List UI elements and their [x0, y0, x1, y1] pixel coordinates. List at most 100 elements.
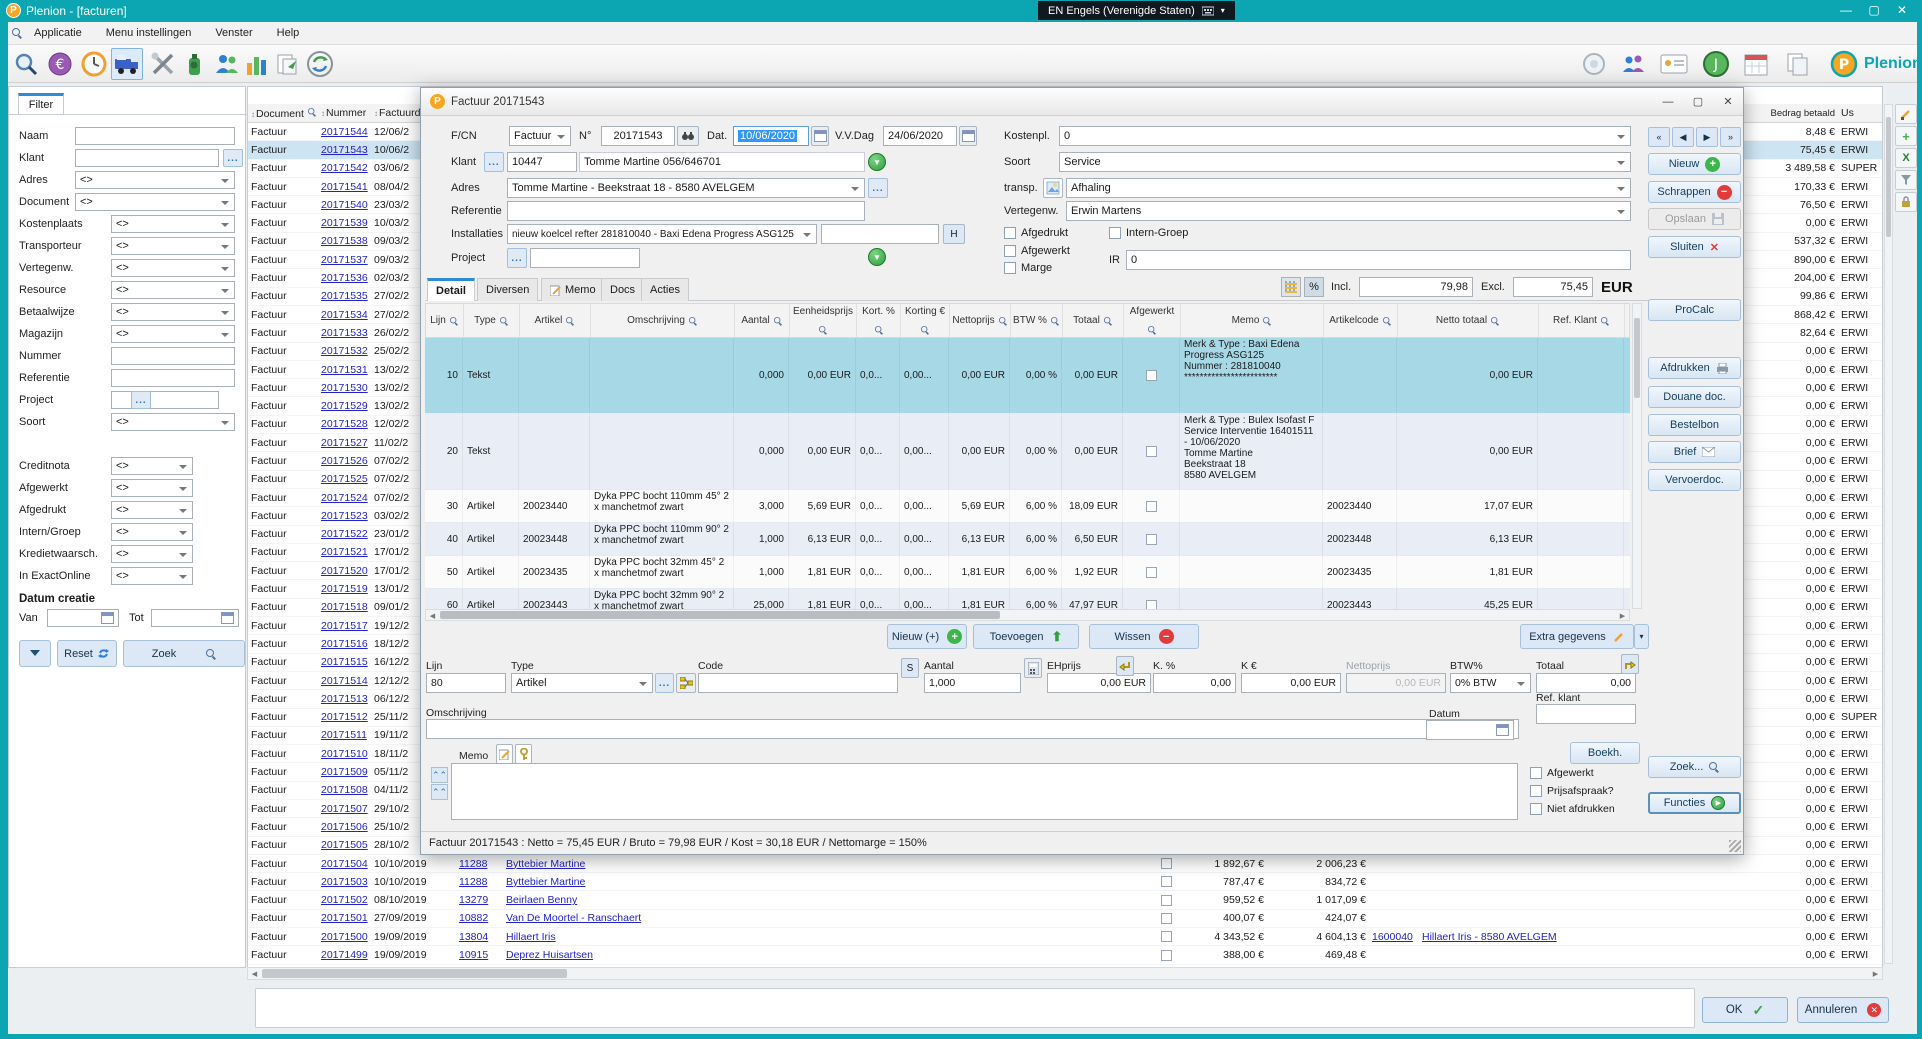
row-checkbox[interactable] — [1161, 950, 1172, 961]
table-row[interactable]: Factuur 20171500 19/09/2019 13804 Hillae… — [248, 928, 1882, 946]
customer-name-link[interactable]: Deprez Huisartsen — [503, 949, 755, 961]
ehprijs-input[interactable]: 0,00 EUR — [1047, 673, 1151, 693]
grid-column-header[interactable]: Aantal — [735, 304, 790, 337]
memo-textarea[interactable] — [451, 763, 1518, 820]
invoice-number-link[interactable]: 20171533 — [318, 327, 371, 339]
menu-search-icon[interactable] — [12, 28, 22, 38]
invoice-number-link[interactable]: 20171542 — [318, 162, 371, 174]
transport-combo[interactable]: Afhaling — [1066, 178, 1631, 198]
row-checkbox[interactable] — [1161, 876, 1172, 887]
invoice-number-link[interactable]: 20171509 — [318, 766, 371, 778]
grid-column-header[interactable]: Ref. Klant — [1539, 304, 1625, 337]
grid-vertical-scrollbar[interactable] — [1632, 303, 1642, 609]
niet-afdrukken-checkbox[interactable]: Niet afdrukken — [1530, 803, 1615, 815]
filter-text-input[interactable] — [111, 369, 235, 387]
customer-name-link[interactable]: Hillaert Iris — [503, 931, 755, 943]
tab-acties[interactable]: Acties — [641, 278, 689, 301]
afgewerkt-line-checkbox[interactable] — [1146, 370, 1157, 381]
scrollbar-thumb[interactable] — [262, 969, 567, 978]
menu-applicatie[interactable]: Applicatie — [22, 27, 94, 39]
tot-date-input[interactable] — [151, 609, 239, 627]
tab-detail[interactable]: Detail — [427, 278, 475, 301]
calculator-button[interactable] — [1024, 658, 1042, 678]
invoice-number-link[interactable]: 20171505 — [318, 839, 371, 851]
memo-key-icon[interactable] — [515, 744, 532, 764]
calendar-icon[interactable] — [221, 612, 234, 624]
soort-combo[interactable]: Service — [1059, 152, 1631, 172]
grid-column-header[interactable]: Nettoprijs — [950, 304, 1011, 337]
invoice-number-link[interactable]: 20171518 — [318, 601, 371, 613]
annuleren-button[interactable]: Annuleren✕ — [1797, 997, 1889, 1023]
filter-combo[interactable]: <> — [75, 193, 235, 211]
row-checkbox[interactable] — [1161, 858, 1172, 869]
lijn-input[interactable]: 80 — [426, 673, 506, 693]
btw-combo[interactable]: 0% BTW — [1450, 673, 1531, 693]
grid-view-button[interactable] — [1281, 277, 1301, 297]
people-icon[interactable] — [211, 48, 243, 80]
van-date-input[interactable] — [47, 609, 119, 627]
installatie-extra-input[interactable] — [821, 224, 939, 244]
detail-line-row[interactable]: 10 Tekst 0,000 0,00 EUR 0,0... 0,00... 0… — [425, 338, 1630, 414]
address-link[interactable]: Hillaert Iris - 8580 AVELGEM — [1419, 931, 1635, 943]
invoice-number-link[interactable]: 20171536 — [318, 272, 371, 284]
invoice-number-link[interactable]: 20171515 — [318, 656, 371, 668]
sync-icon[interactable] — [304, 48, 336, 80]
grid-column-header[interactable]: BTW % — [1011, 304, 1063, 337]
sluiten-button[interactable]: Sluiten✕ — [1648, 236, 1741, 258]
customer-name-link[interactable]: Byttebier Martine — [503, 858, 755, 870]
invoice-number-link[interactable]: 20171526 — [318, 455, 371, 467]
resize-grip[interactable] — [1729, 840, 1741, 852]
zoek-button[interactable]: Zoek... — [1648, 756, 1741, 778]
procalc-button[interactable]: ProCalc — [1648, 299, 1741, 321]
column-header-document[interactable]: ↕Document — [248, 107, 318, 120]
window-close-button[interactable]: ✕ — [1888, 0, 1916, 20]
filter-combo[interactable]: <> — [111, 237, 235, 255]
adres-combo[interactable]: Tomme Martine - Beekstraat 18 - 8580 AVE… — [507, 178, 865, 198]
users-group-icon[interactable] — [1618, 48, 1650, 80]
filter-combo[interactable]: <> — [111, 413, 235, 431]
grid-column-header[interactable]: Type — [464, 304, 520, 337]
kort-eur-input[interactable]: 0,00 EUR — [1241, 673, 1341, 693]
horizontal-scrollbar[interactable]: ◀ ▶ — [247, 967, 1883, 980]
calendar-icon[interactable] — [101, 612, 114, 624]
prijsafspraak-checkbox[interactable]: Prijsafspraak? — [1530, 785, 1614, 797]
customer-number-link[interactable]: 11288 — [456, 876, 503, 888]
invoice-number-link[interactable]: 20171544 — [318, 126, 371, 138]
grid-column-header[interactable]: Netto totaal — [1398, 304, 1539, 337]
scroll-right-arrow[interactable]: ▶ — [1616, 610, 1629, 621]
datum-input[interactable] — [1426, 720, 1514, 740]
dialog-minimize-button[interactable]: — — [1653, 92, 1683, 112]
referentie-input[interactable] — [507, 201, 865, 221]
invoice-number-link[interactable]: 20171519 — [318, 583, 371, 595]
afgewerkt-line-checkbox[interactable] — [1146, 501, 1157, 512]
invoice-number-link[interactable]: 20171504 — [318, 858, 371, 870]
project-refresh-button[interactable]: ▼ — [868, 248, 886, 266]
filter-combo[interactable]: <> — [111, 281, 235, 299]
invoice-number-link[interactable]: 20171532 — [318, 345, 371, 357]
dialog-titlebar[interactable]: P Factuur 20171543 — ▢ ✕ — [421, 88, 1743, 116]
filter-combo[interactable]: <> — [111, 325, 235, 343]
adres-lookup-button[interactable]: ... — [868, 178, 888, 198]
grid-column-header[interactable]: Korting € — [901, 304, 950, 337]
customer-number-link[interactable]: 10882 — [456, 912, 503, 924]
menu-instellingen[interactable]: Menu instellingen — [94, 27, 204, 39]
filter-combo[interactable]: <> — [111, 457, 193, 475]
table-row[interactable]: Factuur 20171501 27/09/2019 10882 Van De… — [248, 910, 1882, 928]
clock-icon[interactable] — [78, 48, 110, 80]
lookup-dots-button[interactable]: ... — [223, 149, 243, 167]
project-input[interactable] — [530, 248, 640, 268]
search-icon[interactable] — [10, 48, 42, 80]
table-row[interactable]: Factuur 20171499 19/09/2019 10915 Deprez… — [248, 946, 1882, 964]
tab-filter[interactable]: Filter — [18, 93, 64, 114]
invoice-number-link[interactable]: 20171520 — [318, 565, 371, 577]
contact-card-icon[interactable] — [1658, 48, 1690, 80]
invoice-number-link[interactable]: 20171500 — [318, 931, 371, 943]
column-header-nummer[interactable]: ↕Nummer — [318, 107, 371, 119]
euro-icon[interactable]: € — [44, 48, 76, 80]
schrappen-button[interactable]: Schrappen− — [1648, 181, 1741, 203]
tab-diversen[interactable]: Diversen — [477, 278, 538, 301]
scroll-left-arrow[interactable]: ◀ — [426, 610, 439, 621]
transport-picture-icon[interactable] — [1043, 178, 1063, 198]
calendar-button[interactable] — [811, 126, 829, 146]
filter-combo[interactable]: <> — [111, 479, 193, 497]
